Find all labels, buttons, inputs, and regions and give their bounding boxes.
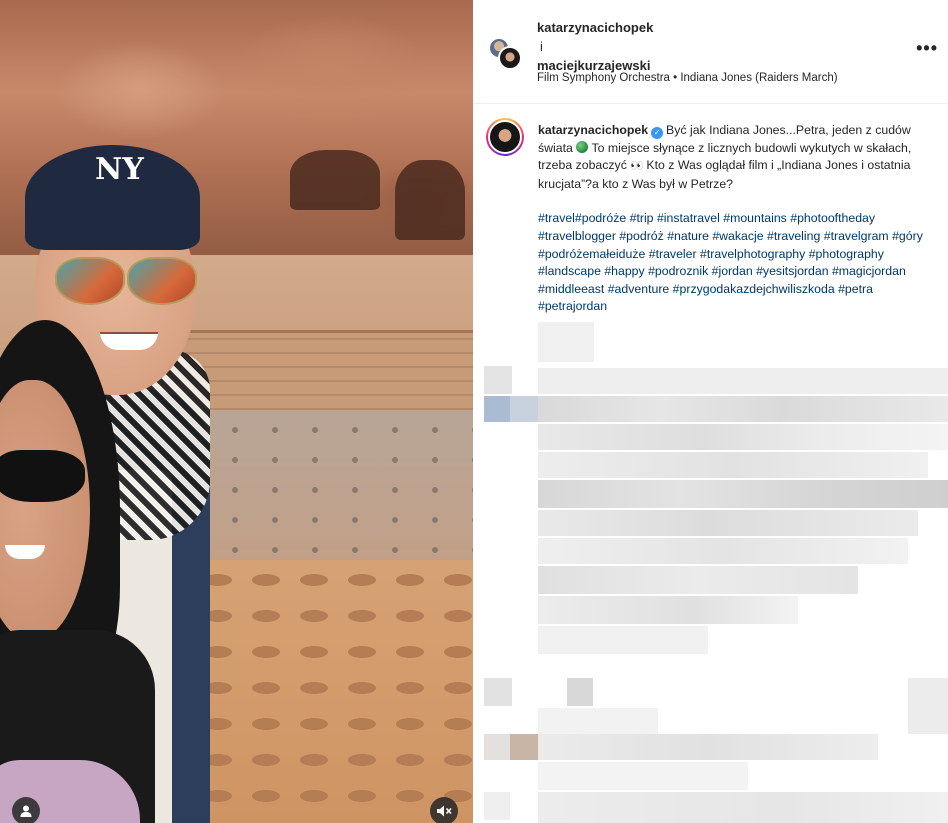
eyes-emoji-icon: 👀 (630, 160, 644, 173)
user-tag-icon (20, 805, 32, 817)
user-tag-button[interactable] (12, 797, 40, 823)
more-options-button[interactable]: ••• (916, 38, 938, 59)
more-horizontal-icon: ••• (916, 38, 938, 58)
collab-usernames: katarzynacichopek i maciejkurzajewski (537, 18, 653, 75)
post-media[interactable]: NY (0, 0, 473, 823)
username-link[interactable]: katarzynacichopek (537, 18, 653, 37)
globe-emoji-icon (576, 140, 589, 153)
caption-avatar[interactable] (486, 118, 524, 156)
collab-separator: i (540, 39, 543, 54)
man-smile (100, 332, 158, 350)
gravel-area (175, 410, 473, 560)
collab-avatars[interactable] (488, 37, 522, 71)
post-header: katarzynacichopek i maciejkurzajewski Fi… (473, 0, 948, 104)
avatar (488, 120, 522, 154)
blurred-comments (473, 322, 948, 823)
cap-logo: NY (95, 152, 144, 187)
avatar (498, 46, 522, 70)
mute-icon (437, 805, 452, 817)
caption-username[interactable]: katarzynacichopek (538, 123, 648, 137)
sunglasses-left-lens (55, 257, 125, 305)
woman-sunglasses (0, 450, 85, 502)
stone-wall (175, 330, 473, 410)
sunglasses-right-lens (127, 257, 197, 305)
post-sidebar: katarzynacichopek i maciejkurzajewski Fi… (473, 0, 948, 823)
hashtags[interactable]: #travel#podróże #trip #instatravel #moun… (538, 210, 938, 316)
mute-button[interactable] (430, 797, 458, 823)
caption-body: katarzynacichopek ✓ Być jak Indiana Jones.… (538, 122, 938, 316)
audio-track-link[interactable]: Film Symphony Orchestra • Indiana Jones … (537, 72, 838, 84)
verified-badge-icon: ✓ (651, 127, 664, 139)
